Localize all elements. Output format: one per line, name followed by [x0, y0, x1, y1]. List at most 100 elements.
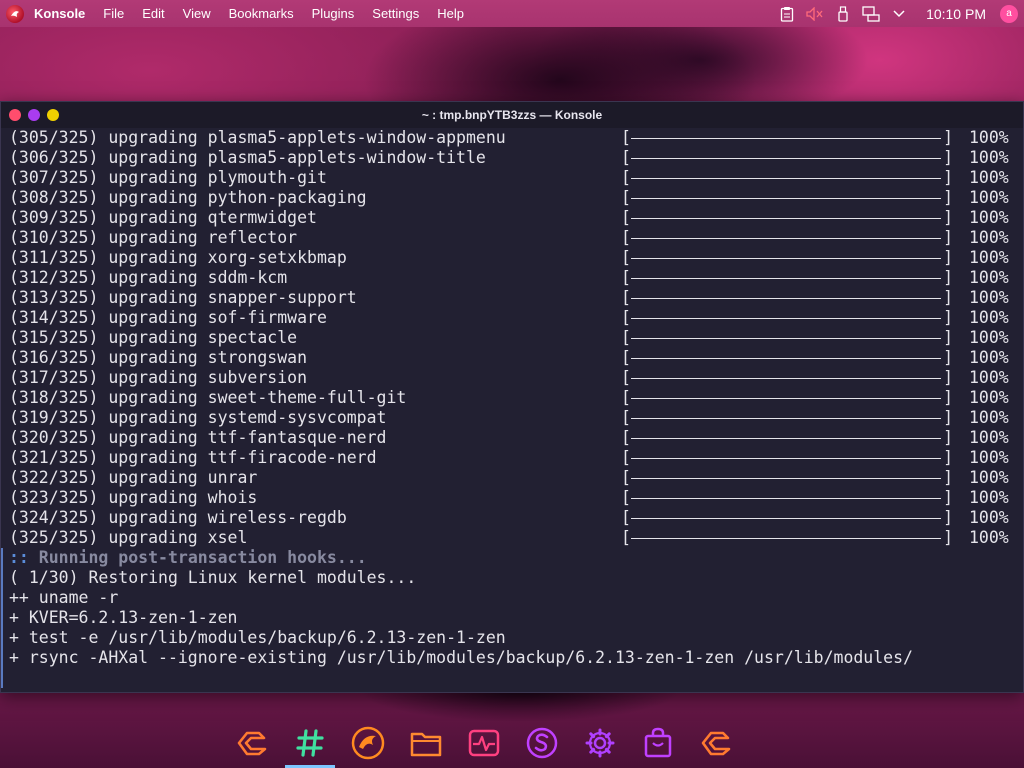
progress-bar: []	[621, 388, 953, 408]
progress-text: (309/325) upgrading qtermwidget	[9, 208, 317, 227]
progress-text: (313/325) upgrading snapper-support	[9, 288, 357, 307]
user-avatar[interactable]: a	[1000, 4, 1018, 23]
activity-monitor-icon[interactable]	[468, 728, 500, 758]
folder-icon[interactable]	[410, 729, 442, 757]
progress-text: (323/325) upgrading whois	[9, 488, 258, 507]
terminal-output[interactable]: (305/325) upgrading plasma5-applets-wind…	[1, 128, 1023, 690]
menu-edit[interactable]: Edit	[142, 6, 164, 21]
menu-help[interactable]: Help	[437, 6, 464, 21]
progress-percent: 100%	[969, 468, 1009, 487]
store-bag-icon[interactable]	[643, 727, 673, 759]
usb-device-icon[interactable]	[834, 5, 852, 23]
menu-view[interactable]: View	[183, 6, 211, 21]
menu-settings[interactable]: Settings	[372, 6, 419, 21]
clipboard-icon[interactable]	[778, 5, 796, 23]
dock-item[interactable]	[281, 718, 339, 768]
progress-bar-fill	[631, 358, 941, 359]
progress-bar-right-bracket: ]	[943, 208, 953, 227]
progress-percent: 100%	[969, 228, 1009, 247]
progress-bar-left-bracket: [	[621, 128, 631, 147]
s-app-icon[interactable]	[526, 727, 558, 759]
progress-bar-left-bracket: [	[621, 188, 631, 207]
garuda-icon[interactable]	[235, 728, 269, 758]
progress-bar: []	[621, 428, 953, 448]
hook-header: :: Running post-transaction hooks...	[9, 548, 1023, 568]
progress-line: (313/325) upgrading snapper-support [] 100…	[9, 288, 1023, 308]
progress-bar: []	[621, 208, 953, 228]
progress-bar-right-bracket: ]	[943, 468, 953, 487]
progress-bar-fill	[631, 538, 941, 539]
dock-item[interactable]	[339, 718, 397, 768]
progress-bar-left-bracket: [	[621, 328, 631, 347]
progress-line: (321/325) upgrading ttf-firacode-nerd [] 1…	[9, 448, 1023, 468]
progress-text: (305/325) upgrading plasma5-applets-wind…	[9, 128, 506, 147]
progress-percent: 100%	[969, 208, 1009, 227]
window-titlebar[interactable]: ~ : tmp.bnpYTB3zzs — Konsole	[1, 102, 1023, 128]
progress-bar: []	[621, 168, 953, 188]
app-name[interactable]: Konsole	[34, 6, 85, 21]
menu-file[interactable]: File	[103, 6, 124, 21]
konsole-app-logo-icon[interactable]	[6, 4, 24, 23]
menu-plugins[interactable]: Plugins	[312, 6, 355, 21]
progress-bar-left-bracket: [	[621, 528, 631, 547]
dock-item[interactable]	[687, 718, 745, 768]
progress-percent: 100%	[969, 488, 1009, 507]
dock-item[interactable]	[455, 718, 513, 768]
prompt-line	[9, 668, 1023, 688]
hook-prefix: ::	[9, 548, 29, 567]
progress-bar-fill	[631, 498, 941, 499]
progress-percent: 100%	[969, 448, 1009, 467]
output-line: + KVER=6.2.13-zen-1-zen	[9, 608, 238, 627]
progress-bar: []	[621, 248, 953, 268]
progress-bar-fill	[631, 418, 941, 419]
progress-bar-fill	[631, 398, 941, 399]
progress-bar: []	[621, 268, 953, 288]
progress-bar: []	[621, 308, 953, 328]
progress-bar-right-bracket: ]	[943, 268, 953, 287]
settings-gear-icon[interactable]	[584, 727, 616, 759]
system-tray: 10:10 PM a	[778, 0, 1024, 27]
chevron-down-icon[interactable]	[890, 5, 908, 23]
dock-item[interactable]	[571, 718, 629, 768]
progress-bar: []	[621, 128, 953, 148]
progress-bar-right-bracket: ]	[943, 508, 953, 527]
progress-percent: 100%	[969, 148, 1009, 167]
dock-item[interactable]	[223, 718, 281, 768]
progress-line: (311/325) upgrading xorg-setxkbmap [] 100%	[9, 248, 1023, 268]
progress-bar-left-bracket: [	[621, 428, 631, 447]
dock-item[interactable]	[629, 718, 687, 768]
progress-bar: []	[621, 508, 953, 528]
progress-bar-right-bracket: ]	[943, 488, 953, 507]
progress-bar-fill	[631, 378, 941, 379]
network-wired-icon[interactable]	[862, 5, 880, 23]
garuda-settings-icon[interactable]	[699, 728, 733, 758]
progress-line: (308/325) upgrading python-packaging [] 10…	[9, 188, 1023, 208]
progress-line: (316/325) upgrading strongswan [] 100%	[9, 348, 1023, 368]
progress-line: (324/325) upgrading wireless-regdb [] 100%	[9, 508, 1023, 528]
minimize-button[interactable]	[28, 109, 40, 121]
progress-bar-fill	[631, 318, 941, 319]
close-button[interactable]	[9, 109, 21, 121]
progress-bar-left-bracket: [	[621, 408, 631, 427]
clock[interactable]: 10:10 PM	[926, 6, 986, 22]
progress-bar-right-bracket: ]	[943, 348, 953, 367]
progress-percent: 100%	[969, 408, 1009, 427]
progress-bar-left-bracket: [	[621, 208, 631, 227]
menu-bookmarks[interactable]: Bookmarks	[229, 6, 294, 21]
progress-bar-right-bracket: ]	[943, 388, 953, 407]
dock-item[interactable]	[397, 718, 455, 768]
progress-text: (325/325) upgrading xsel	[9, 528, 248, 547]
progress-bar: []	[621, 288, 953, 308]
progress-bar-left-bracket: [	[621, 148, 631, 167]
progress-line: (310/325) upgrading reflector [] 100%	[9, 228, 1023, 248]
avatar-letter: a	[1006, 8, 1012, 19]
volume-muted-icon[interactable]	[806, 5, 824, 23]
maximize-button[interactable]	[47, 109, 59, 121]
hashtag-icon[interactable]	[295, 728, 325, 758]
dock-item[interactable]	[513, 718, 571, 768]
progress-bar: []	[621, 448, 953, 468]
window-title: ~ : tmp.bnpYTB3zzs — Konsole	[421, 108, 603, 122]
garuda-dragon-icon[interactable]	[351, 726, 385, 760]
progress-bar-right-bracket: ]	[943, 188, 953, 207]
progress-bar: []	[621, 488, 953, 508]
